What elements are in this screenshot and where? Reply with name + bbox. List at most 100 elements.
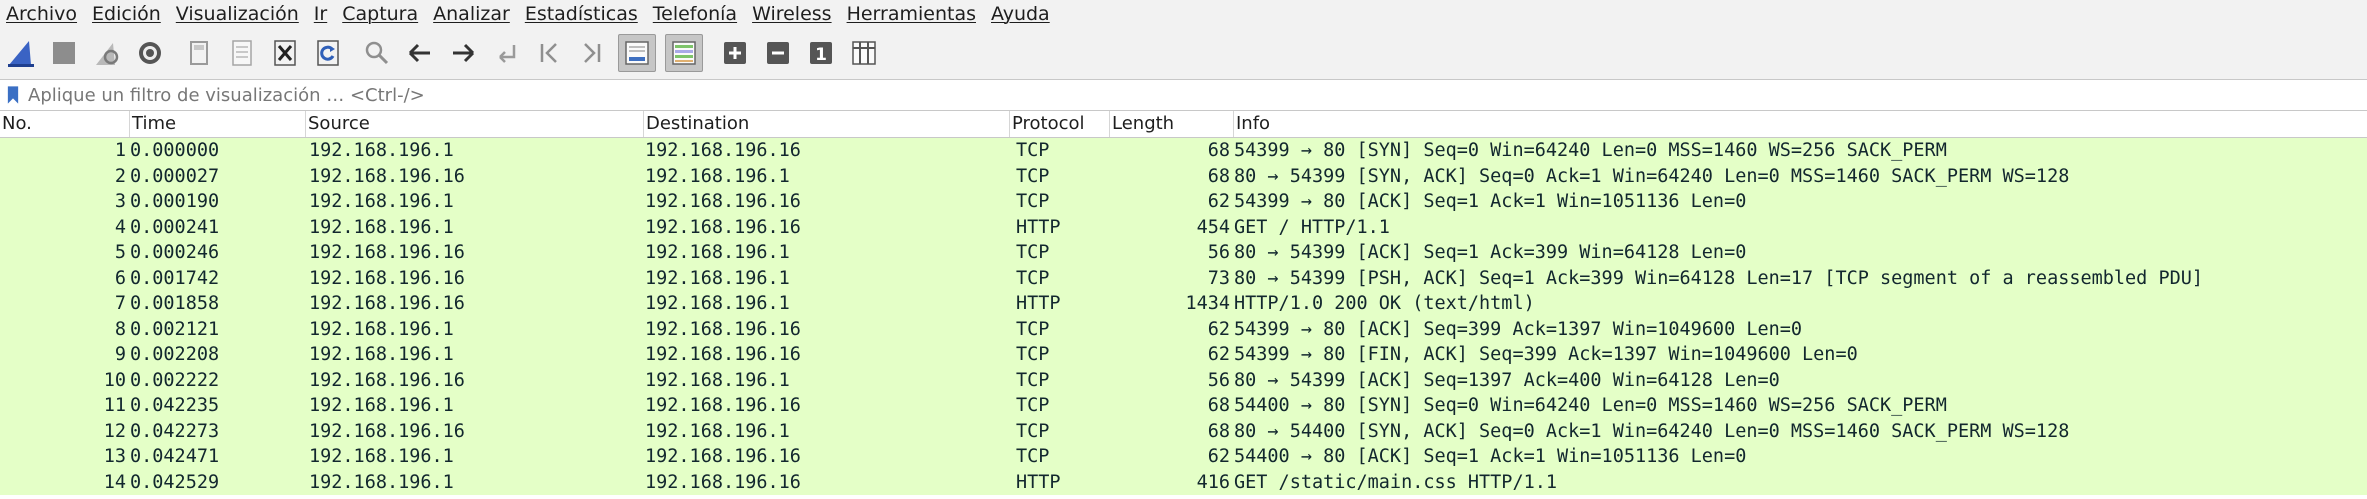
packet-time: 0.000246 xyxy=(130,242,220,263)
start-capture-button[interactable] xyxy=(4,36,38,70)
packet-protocol: TCP xyxy=(1016,191,1050,212)
go-back-button[interactable] xyxy=(403,36,437,70)
packet-source: 192.168.196.16 xyxy=(309,267,465,289)
packet-info: 54399 → 80 [ACK] Seq=1 Ack=1 Win=1051136… xyxy=(1234,191,1747,212)
packet-no: 3 xyxy=(114,191,126,212)
open-file-button[interactable] xyxy=(182,36,216,70)
packet-list-header: No. Time Source Destination Protocol Len… xyxy=(0,111,2367,138)
packet-protocol: HTTP xyxy=(1016,471,1061,493)
menu-edicion[interactable]: Edición xyxy=(92,3,161,25)
zoom-in-button[interactable] xyxy=(718,36,752,70)
column-header-info[interactable]: Info xyxy=(1234,111,2367,137)
menu-herramientas[interactable]: Herramientas xyxy=(847,3,976,25)
table-row[interactable]: 7 0.001858 192.168.196.16 192.168.196.1 HTTP… xyxy=(0,291,2367,317)
packet-source: 192.168.196.16 xyxy=(309,369,465,391)
colorize-toggle[interactable] xyxy=(665,34,703,72)
display-filter-bar xyxy=(0,79,2367,111)
packet-destination: 192.168.196.1 xyxy=(645,267,790,289)
table-row[interactable]: 9 0.002208 192.168.196.1 192.168.196.16 TCP 6… xyxy=(0,342,2367,368)
menu-wireless[interactable]: Wireless xyxy=(752,3,832,25)
packet-protocol: HTTP xyxy=(1016,216,1061,238)
go-forward-button[interactable] xyxy=(446,36,480,70)
packet-protocol: TCP xyxy=(1016,165,1050,187)
menu-archivo[interactable]: Archivo xyxy=(6,3,77,25)
find-packet-button[interactable] xyxy=(360,36,394,70)
table-row[interactable]: 13 0.042471 192.168.196.1 192.168.196.16 TCP… xyxy=(0,444,2367,470)
table-row[interactable]: 2 0.000027 192.168.196.16 192.168.196.1 TCP 6… xyxy=(0,163,2367,189)
table-row[interactable]: 3 0.000190 192.168.196.1 192.168.196.16 TCP 6… xyxy=(0,189,2367,215)
arrow-right-icon xyxy=(453,43,475,63)
packet-info: 54399 → 80 [SYN] Seq=0 Win=64240 Len=0 M… xyxy=(1234,140,1947,161)
menu-telefonia[interactable]: Telefonía xyxy=(653,3,737,25)
table-row[interactable]: 14 0.042529 192.168.196.1 192.168.196.16 HTT… xyxy=(0,469,2367,495)
menu-visualizacion[interactable]: Visualización xyxy=(176,3,299,25)
packet-destination: 192.168.196.16 xyxy=(645,216,801,238)
packet-no: 2 xyxy=(114,165,126,187)
column-header-protocol[interactable]: Protocol xyxy=(1010,111,1110,137)
save-file-button[interactable] xyxy=(225,36,259,70)
last-packet-button[interactable] xyxy=(575,36,609,70)
arrow-left-icon xyxy=(408,43,430,63)
reload-file-button[interactable] xyxy=(311,36,345,70)
stop-capture-button[interactable] xyxy=(47,36,81,70)
packet-protocol: TCP xyxy=(1016,242,1050,263)
menu-analizar[interactable]: Analizar xyxy=(433,3,510,25)
packet-destination: 192.168.196.1 xyxy=(645,165,790,187)
column-header-length[interactable]: Length xyxy=(1110,111,1234,137)
table-row[interactable]: 11 0.042235 192.168.196.1 192.168.196.16 TCP… xyxy=(0,393,2367,419)
display-filter-input[interactable] xyxy=(28,82,2367,108)
reload-icon xyxy=(317,40,339,66)
packet-info: 54400 → 80 [SYN] Seq=0 Win=64240 Len=0 M… xyxy=(1234,395,1947,416)
packet-source: 192.168.196.1 xyxy=(309,140,454,161)
packet-length: 62 xyxy=(1207,446,1230,467)
packet-info: 80 → 54399 [SYN, ACK] Seq=0 Ack=1 Win=64… xyxy=(1234,165,2070,187)
table-row[interactable]: 4 0.000241 192.168.196.1 192.168.196.16 HTTP… xyxy=(0,214,2367,240)
packet-no: 7 xyxy=(114,293,126,314)
packet-protocol: TCP xyxy=(1016,267,1050,289)
packet-length: 68 xyxy=(1207,420,1230,442)
stop-icon xyxy=(53,42,75,64)
table-row[interactable]: 5 0.000246 192.168.196.16 192.168.196.1 TCP 5… xyxy=(0,240,2367,266)
table-row[interactable]: 1 0.000000 192.168.196.1 192.168.196.16 TCP 6… xyxy=(0,138,2367,164)
menu-estadisticas[interactable]: Estadísticas xyxy=(525,3,638,25)
go-to-packet-button[interactable] xyxy=(489,36,523,70)
table-row[interactable]: 6 0.001742 192.168.196.16 192.168.196.1 TCP 7… xyxy=(0,265,2367,291)
bookmark-icon[interactable] xyxy=(4,80,22,110)
column-header-time[interactable]: Time xyxy=(130,111,306,137)
column-header-source[interactable]: Source xyxy=(306,111,644,137)
normal-size-button[interactable]: 1 xyxy=(804,36,838,70)
packet-info: 80 → 54400 [SYN, ACK] Seq=0 Ack=1 Win=64… xyxy=(1234,420,2070,442)
menu-captura[interactable]: Captura xyxy=(342,3,418,25)
zoom-out-button[interactable] xyxy=(761,36,795,70)
packet-time: 0.000190 xyxy=(130,191,220,212)
table-row[interactable]: 10 0.002222 192.168.196.16 192.168.196.1 TCP… xyxy=(0,367,2367,393)
column-header-destination[interactable]: Destination xyxy=(644,111,1010,137)
first-packet-button[interactable] xyxy=(532,36,566,70)
packet-no: 12 xyxy=(103,420,126,442)
packet-length: 62 xyxy=(1207,344,1230,365)
normal-size-icon: 1 xyxy=(810,42,832,65)
close-file-icon xyxy=(274,40,296,66)
file-open-icon xyxy=(190,41,208,65)
capture-options-button[interactable] xyxy=(133,36,167,70)
packet-no: 10 xyxy=(103,369,126,391)
table-row[interactable]: 8 0.002121 192.168.196.1 192.168.196.16 TCP 6… xyxy=(0,316,2367,342)
auto-scroll-icon xyxy=(625,41,649,65)
packet-no: 5 xyxy=(114,242,126,263)
packet-time: 0.000027 xyxy=(130,165,220,187)
packet-source: 192.168.196.1 xyxy=(309,344,454,365)
menu-ir[interactable]: Ir xyxy=(314,3,327,25)
menu-ayuda[interactable]: Ayuda xyxy=(991,3,1050,25)
column-header-no[interactable]: No. xyxy=(0,111,130,137)
colorize-icon xyxy=(672,41,696,65)
restart-capture-button[interactable] xyxy=(90,36,124,70)
auto-scroll-toggle[interactable] xyxy=(618,34,656,72)
packet-time: 0.042471 xyxy=(130,446,220,467)
resize-columns-button[interactable] xyxy=(847,36,881,70)
close-file-button[interactable] xyxy=(268,36,302,70)
packet-length: 56 xyxy=(1207,369,1230,391)
packet-time: 0.042529 xyxy=(130,471,220,493)
packet-destination: 192.168.196.1 xyxy=(645,242,790,263)
table-row[interactable]: 12 0.042273 192.168.196.16 192.168.196.1 TCP… xyxy=(0,418,2367,444)
packet-destination: 192.168.196.16 xyxy=(645,395,801,416)
